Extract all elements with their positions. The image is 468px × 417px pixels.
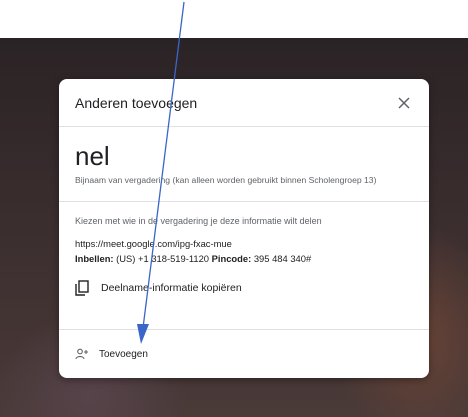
meeting-link[interactable]: https://meet.google.com/ipg-fxac-mue <box>75 238 413 249</box>
dialog-title: Anderen toevoegen <box>75 94 198 111</box>
add-people-label: Toevoegen <box>99 348 148 360</box>
dial-in-number: (US) +1 318-519-1120 <box>116 253 210 264</box>
dialog-header: Anderen toevoegen <box>59 79 429 127</box>
add-people-button[interactable]: Toevoegen <box>59 330 429 378</box>
dial-in-label: Inbellen: <box>75 253 114 264</box>
dial-in-info: Inbellen: (US) +1 318-519-1120 Pincode: … <box>75 253 413 264</box>
copy-join-info-label: Deelname-informatie kopiëren <box>101 282 242 294</box>
close-button[interactable] <box>393 92 415 114</box>
meeting-name: nel <box>75 141 110 171</box>
nickname-hint: Bijnaam van vergadering (kan alleen word… <box>75 175 377 185</box>
pin-value: 395 484 340# <box>253 253 312 264</box>
pin-label: Pincode: <box>211 253 252 264</box>
copy-join-info-button[interactable]: Deelname-informatie kopiëren <box>75 280 413 296</box>
copy-icon <box>75 280 89 296</box>
add-others-dialog: Anderen toevoegen nel Bijnaam van vergad… <box>59 79 429 378</box>
screen: Anderen toevoegen nel Bijnaam van vergad… <box>0 0 468 417</box>
add-person-icon <box>75 348 88 360</box>
share-intro-text: Kiezen met wie in de vergadering je deze… <box>75 216 322 226</box>
meeting-name-section: nel Bijnaam van vergadering (kan alleen … <box>59 127 429 202</box>
close-icon <box>398 96 410 109</box>
share-info-section: Kiezen met wie in de vergadering je deze… <box>59 202 429 330</box>
